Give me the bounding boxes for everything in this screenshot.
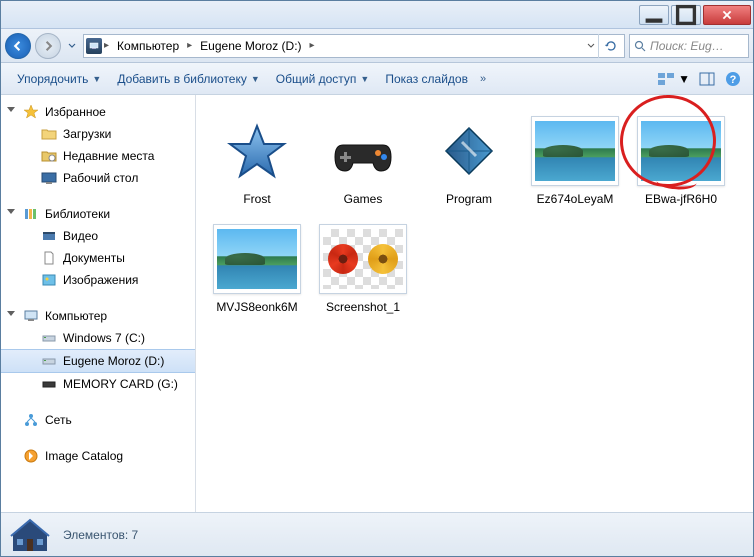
refresh-button[interactable]: [598, 34, 622, 58]
item-label: Program: [446, 192, 492, 206]
document-icon: [41, 250, 57, 266]
sidebar-item-documents[interactable]: Документы: [1, 247, 195, 269]
maximize-button[interactable]: [671, 5, 701, 25]
breadcrumb-drive[interactable]: Eugene Moroz (D:): [194, 35, 307, 57]
sidebar: Избранное Загрузки Недавние места Рабочи…: [1, 95, 196, 512]
organize-button[interactable]: Упорядочить▼: [9, 68, 109, 90]
video-icon: [41, 228, 57, 244]
toolbar-overflow[interactable]: »: [476, 73, 490, 85]
item-label: Frost: [243, 192, 270, 206]
drive-icon: [41, 330, 57, 346]
preview-pane-button[interactable]: [695, 68, 719, 90]
item-label: Games: [344, 192, 383, 206]
breadcrumb-root[interactable]: Компьютер: [111, 35, 185, 57]
recent-icon: [41, 148, 57, 164]
folder-icon: [41, 126, 57, 142]
add-to-library-button[interactable]: Добавить в библиотеку▼: [109, 68, 267, 90]
sidebar-network[interactable]: Сеть: [1, 409, 195, 431]
library-icon: [23, 206, 39, 222]
item-label: MVJS8eonk6M: [216, 300, 297, 314]
image-item[interactable]: Screenshot_1: [314, 219, 412, 319]
image-item[interactable]: Ez674oLeyaM: [526, 111, 624, 211]
drive-icon: [41, 376, 57, 392]
toolbar: Упорядочить▼ Добавить в библиотеку▼ Общи…: [1, 63, 753, 95]
chevron-right-icon: ▸: [102, 40, 111, 51]
sidebar-item-pictures[interactable]: Изображения: [1, 269, 195, 291]
sidebar-item-desktop[interactable]: Рабочий стол: [1, 167, 195, 189]
folder-item[interactable]: Frost: [208, 111, 306, 211]
photo-thumbnail: [531, 116, 619, 186]
catalog-icon: [23, 448, 39, 464]
sidebar-libraries[interactable]: Библиотеки: [1, 203, 195, 225]
content-pane: Frost Games Program Ez674oLeyaM EBwa-jfR…: [196, 95, 753, 512]
sidebar-item-drive-g[interactable]: MEMORY CARD (G:): [1, 373, 195, 395]
computer-icon: [23, 308, 39, 324]
image-item[interactable]: EBwa-jfR6H0: [632, 111, 730, 211]
image-item[interactable]: MVJS8eonk6M: [208, 219, 306, 319]
history-dropdown[interactable]: [65, 37, 79, 55]
navbar: ▸ Компьютер ▸ Eugene Moroz (D:) ▸ Поиск:…: [1, 29, 753, 63]
gamepad-icon: [319, 116, 407, 186]
sidebar-computer[interactable]: Компьютер: [1, 305, 195, 327]
item-label: Screenshot_1: [326, 300, 400, 314]
search-icon: [634, 40, 646, 52]
item-label: EBwa-jfR6H0: [645, 192, 717, 206]
sidebar-item-drive-d[interactable]: Eugene Moroz (D:): [1, 349, 195, 373]
photo-thumbnail: [637, 116, 725, 186]
sidebar-image-catalog[interactable]: Image Catalog: [1, 445, 195, 467]
desktop-icon: [41, 170, 57, 186]
network-icon: [23, 412, 39, 428]
statusbar: Элементов: 7: [1, 512, 753, 556]
close-button[interactable]: [703, 5, 751, 25]
sidebar-favorites[interactable]: Избранное: [1, 101, 195, 123]
view-mode-button[interactable]: ▼: [654, 69, 693, 89]
sidebar-item-drive-c[interactable]: Windows 7 (C:): [1, 327, 195, 349]
titlebar: [1, 1, 753, 29]
house-icon: [9, 517, 51, 553]
picture-icon: [41, 272, 57, 288]
svg-text:?: ?: [730, 74, 737, 86]
item-label: Ez674oLeyaM: [537, 192, 614, 206]
photo-thumbnail: [213, 224, 301, 294]
slideshow-button[interactable]: Показ слайдов: [377, 68, 476, 90]
folder-item[interactable]: Program: [420, 111, 518, 211]
minimize-button[interactable]: [639, 5, 669, 25]
search-placeholder: Поиск: Eug…: [650, 39, 724, 53]
help-button[interactable]: ?: [721, 68, 745, 90]
computer-icon: [86, 38, 102, 54]
search-input[interactable]: Поиск: Eug…: [629, 34, 749, 58]
star-icon: [213, 116, 301, 186]
chevron-right-icon: ▸: [308, 40, 317, 51]
explorer-window: ▸ Компьютер ▸ Eugene Moroz (D:) ▸ Поиск:…: [0, 0, 754, 557]
status-text: Элементов: 7: [63, 528, 138, 542]
sidebar-item-downloads[interactable]: Загрузки: [1, 123, 195, 145]
star-icon: [23, 104, 39, 120]
diamond-icon: [425, 116, 513, 186]
sidebar-item-recent[interactable]: Недавние места: [1, 145, 195, 167]
address-dropdown[interactable]: [584, 37, 598, 55]
folder-item[interactable]: Games: [314, 111, 412, 211]
address-bar[interactable]: ▸ Компьютер ▸ Eugene Moroz (D:) ▸: [83, 34, 625, 58]
drive-icon: [41, 353, 57, 369]
sidebar-item-videos[interactable]: Видео: [1, 225, 195, 247]
share-button[interactable]: Общий доступ▼: [268, 68, 378, 90]
back-button[interactable]: [5, 33, 31, 59]
flower-thumbnail: [319, 224, 407, 294]
chevron-right-icon: ▸: [185, 40, 194, 51]
forward-button[interactable]: [35, 33, 61, 59]
